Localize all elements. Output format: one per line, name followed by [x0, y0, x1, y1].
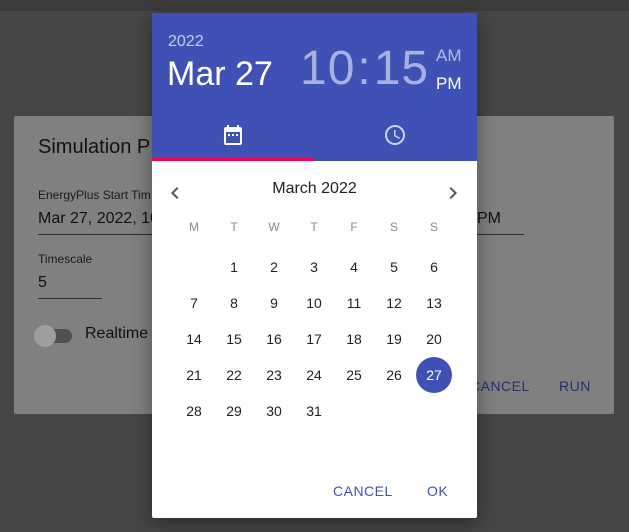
- timescale-field[interactable]: 5: [38, 274, 47, 292]
- day-cell[interactable]: 18: [336, 321, 372, 357]
- realtime-toggle-thumb[interactable]: [34, 325, 56, 347]
- dialog-title: Simulation P: [38, 136, 151, 158]
- picker-ok-button[interactable]: OK: [427, 483, 448, 499]
- day-cell[interactable]: 1: [216, 249, 252, 285]
- end-time-field[interactable]: PM: [477, 210, 501, 228]
- day-cell[interactable]: 5: [376, 249, 412, 285]
- next-month-button[interactable]: [441, 181, 465, 205]
- day-cell[interactable]: 31: [296, 393, 332, 429]
- day-cell[interactable]: 14: [176, 321, 212, 357]
- weekday-label: S: [389, 220, 398, 234]
- top-app-bar: [0, 0, 629, 11]
- cancel-button[interactable]: CANCEL: [470, 378, 530, 394]
- minute-selector[interactable]: 15: [374, 42, 429, 95]
- picker-header: 2022 Mar 27 10:15 AM PM: [152, 13, 477, 161]
- hour-selector[interactable]: 10: [300, 42, 355, 95]
- day-cell[interactable]: 13: [416, 285, 452, 321]
- day-cell[interactable]: 21: [176, 357, 212, 393]
- weekday-label: M: [189, 220, 199, 234]
- weekday-label: W: [268, 220, 280, 234]
- time-colon: :: [357, 42, 372, 95]
- day-cell[interactable]: 20: [416, 321, 452, 357]
- day-cell[interactable]: 24: [296, 357, 332, 393]
- day-selected[interactable]: 27: [416, 357, 452, 393]
- pm-toggle[interactable]: PM: [436, 74, 462, 94]
- start-time-label: EnergyPlus Start Tim: [38, 188, 151, 202]
- date-picker-dialog: 2022 Mar 27 10:15 AM PM March 2022 MTWTF…: [152, 13, 477, 518]
- day-cell[interactable]: 3: [296, 249, 332, 285]
- chevron-right-icon: [449, 187, 457, 199]
- am-toggle[interactable]: AM: [436, 46, 462, 66]
- day-cell[interactable]: 16: [256, 321, 292, 357]
- day-cell[interactable]: 9: [256, 285, 292, 321]
- tab-date[interactable]: [152, 123, 314, 161]
- run-button[interactable]: RUN: [559, 378, 591, 394]
- weekday-label: T: [310, 220, 318, 234]
- day-cell[interactable]: 28: [176, 393, 212, 429]
- timescale-label: Timescale: [38, 252, 93, 266]
- year-selector[interactable]: 2022: [168, 33, 204, 51]
- picker-cancel-button[interactable]: CANCEL: [333, 483, 393, 499]
- day-cell[interactable]: 26: [376, 357, 412, 393]
- day-cell[interactable]: 19: [376, 321, 412, 357]
- start-time-field[interactable]: Mar 27, 2022, 10: [38, 210, 159, 228]
- day-cell[interactable]: 29: [216, 393, 252, 429]
- calendar-icon: [224, 125, 242, 145]
- day-cell[interactable]: 2: [256, 249, 292, 285]
- day-cell[interactable]: 6: [416, 249, 452, 285]
- day-cell[interactable]: 11: [336, 285, 372, 321]
- realtime-label: Realtime: [85, 325, 149, 342]
- weekday-label: T: [230, 220, 238, 234]
- start-time-underline: [38, 234, 152, 235]
- day-cell[interactable]: 25: [336, 357, 372, 393]
- month-title: March 2022: [272, 180, 357, 197]
- day-cell[interactable]: 10: [296, 285, 332, 321]
- day-cell[interactable]: 12: [376, 285, 412, 321]
- selected-date[interactable]: Mar 27: [167, 55, 273, 94]
- clock-icon: [385, 125, 405, 145]
- day-cell[interactable]: 8: [216, 285, 252, 321]
- weekday-label: F: [350, 220, 358, 234]
- day-cell[interactable]: 23: [256, 357, 292, 393]
- day-cell[interactable]: 17: [296, 321, 332, 357]
- day-cell[interactable]: 30: [256, 393, 292, 429]
- day-cell[interactable]: 15: [216, 321, 252, 357]
- tab-indicator: [152, 158, 314, 161]
- day-cell[interactable]: 22: [216, 357, 252, 393]
- end-time-underline: [477, 234, 524, 235]
- timescale-underline: [38, 298, 102, 299]
- tab-time[interactable]: [314, 123, 476, 161]
- day-cell[interactable]: 4: [336, 249, 372, 285]
- weekday-label: S: [429, 220, 438, 234]
- time-display: 10:15: [300, 41, 429, 96]
- day-cell[interactable]: 7: [176, 285, 212, 321]
